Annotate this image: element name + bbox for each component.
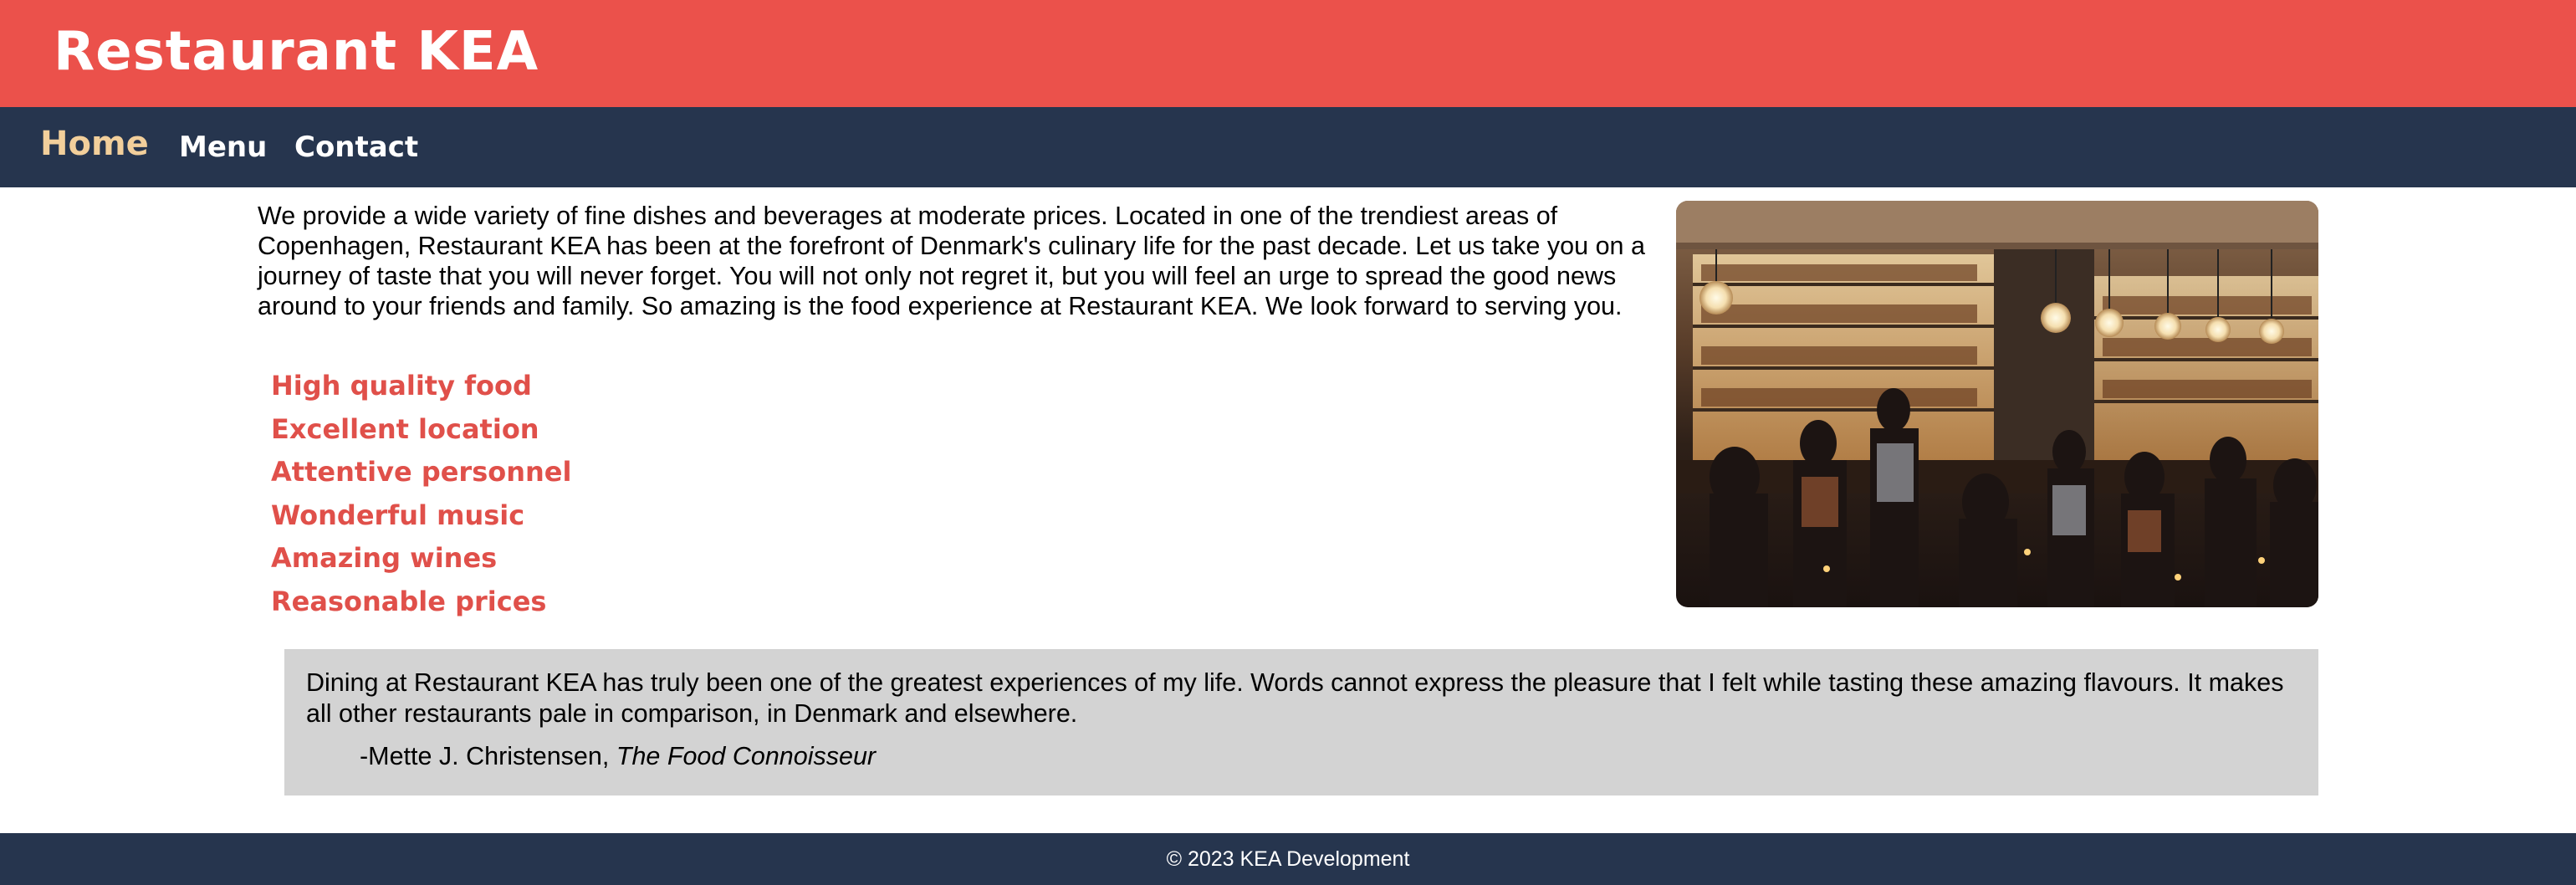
testimonial-text: Dining at Restaurant KEA has truly been … — [306, 668, 2284, 728]
site-title: Restaurant KEA — [54, 21, 539, 83]
copyright-text: © 2023 KEA Development — [1166, 847, 1410, 871]
feature-item: Attentive personnel — [271, 456, 572, 488]
testimonial-author-line: -Mette J. Christensen, The Food Connoiss… — [306, 741, 2297, 772]
nav-contact-link[interactable]: Contact — [294, 127, 418, 167]
testimonial-source: The Food Connoisseur — [616, 742, 877, 770]
restaurant-photo — [1676, 201, 2318, 607]
feature-item: Wonderful music — [271, 499, 525, 531]
main-nav: Home Menu Contact — [0, 107, 2576, 187]
testimonial-box: Dining at Restaurant KEA has truly been … — [284, 649, 2318, 795]
nav-home-link[interactable]: Home — [40, 124, 149, 164]
site-footer: © 2023 KEA Development — [0, 833, 2576, 885]
feature-item: High quality food — [271, 370, 532, 402]
feature-item: Excellent location — [271, 412, 539, 445]
site-header: Restaurant KEA — [0, 0, 2576, 107]
feature-item: Amazing wines — [271, 542, 498, 574]
feature-list: High quality food Excellent location Att… — [271, 365, 571, 623]
testimonial-author: -Mette J. Christensen, — [360, 742, 610, 770]
nav-menu-link[interactable]: Menu — [179, 127, 267, 167]
feature-item: Reasonable prices — [271, 585, 547, 617]
intro-paragraph: We provide a wide variety of fine dishes… — [258, 202, 1645, 320]
